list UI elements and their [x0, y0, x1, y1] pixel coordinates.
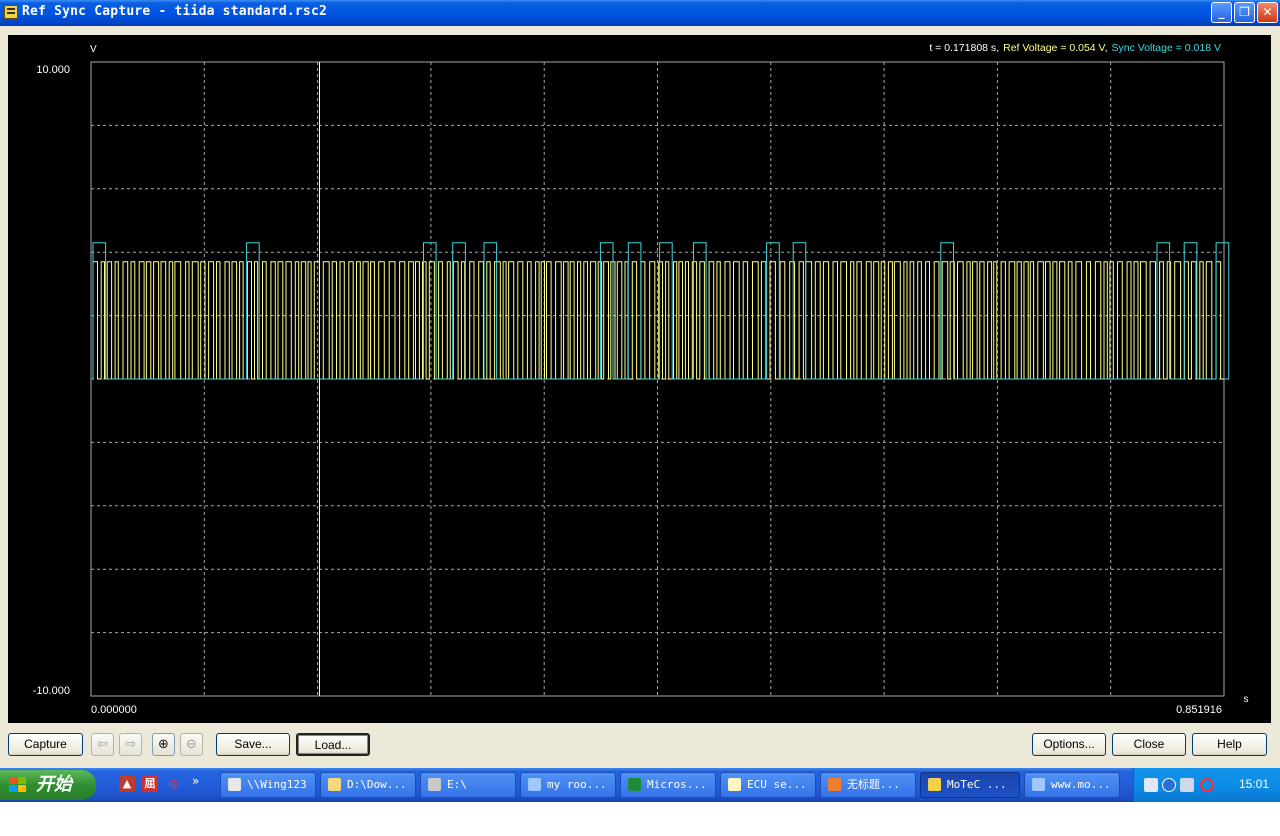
- taskbar-item-www[interactable]: www.mo...: [1024, 772, 1120, 798]
- options-button[interactable]: Options...: [1032, 733, 1106, 756]
- title-bar[interactable]: Ref Sync Capture - tiida standard.rsc2 _…: [0, 0, 1280, 26]
- notepad-icon: [728, 778, 741, 791]
- x-max-label: 0.851916: [1176, 704, 1222, 716]
- excel-icon: [628, 778, 641, 791]
- weibo-icon[interactable]: [1200, 778, 1214, 792]
- folder-icon: [328, 778, 341, 791]
- network-icon[interactable]: [1180, 778, 1194, 792]
- scope-chart-svg[interactable]: V 10.000 -10.000 0.000000 0.851916 s t =…: [8, 35, 1271, 723]
- quicklaunch-weibo-icon[interactable]: ◎: [165, 776, 181, 792]
- taskbar-item-untitled[interactable]: 无标题...: [820, 772, 916, 798]
- forward-arrow-icon[interactable]: ⇨: [119, 733, 142, 756]
- minimize-button[interactable]: _: [1211, 2, 1232, 23]
- app-icon[interactable]: [4, 5, 18, 19]
- cursor-readout: t = 0.171808 s, Ref Voltage = 0.054 V, Syn…: [929, 42, 1221, 54]
- readout-ref: Ref Voltage = 0.054 V: [1003, 42, 1105, 54]
- maximize-button[interactable]: ❐: [1234, 2, 1255, 23]
- close-window-button[interactable]: ✕: [1257, 2, 1278, 23]
- readout-sep-2: ,: [1105, 42, 1108, 54]
- sync-voltage-trace: [91, 242, 1230, 380]
- zoom-out-icon[interactable]: ⊖: [180, 733, 203, 756]
- taskbar-item-my-room[interactable]: my roo...: [520, 772, 616, 798]
- start-label: 开始: [36, 774, 72, 795]
- start-button[interactable]: 开始: [0, 770, 96, 800]
- scope-plot[interactable]: V 10.000 -10.000 0.000000 0.851916 s t =…: [8, 35, 1271, 723]
- drive-icon: [428, 778, 441, 791]
- browser-icon: [1032, 778, 1045, 791]
- clock: 15:01: [1238, 777, 1269, 791]
- paint-icon: [828, 778, 841, 791]
- quicklaunch-more-icon[interactable]: »: [192, 774, 199, 788]
- help-button[interactable]: Help: [1192, 733, 1267, 756]
- close-button[interactable]: Close: [1112, 733, 1186, 756]
- motec-app-icon: [928, 778, 941, 791]
- taskbar-item-e-drive[interactable]: E:\: [420, 772, 516, 798]
- y-unit-label: V: [90, 44, 97, 55]
- taskbar-item-excel[interactable]: Micros...: [620, 772, 716, 798]
- back-arrow-icon[interactable]: ⇦: [91, 733, 114, 756]
- system-tray: 15:01: [1133, 768, 1280, 802]
- sync-voltage-series: [91, 242, 1230, 380]
- y-max-label: 10.000: [36, 64, 70, 76]
- windows-flag-icon: [9, 777, 27, 793]
- x-min-label: 0.000000: [91, 704, 137, 716]
- chevron-left-icon[interactable]: [1162, 778, 1176, 792]
- capture-button[interactable]: Capture: [8, 733, 83, 756]
- taskbar-item-ecu[interactable]: ECU se...: [720, 772, 816, 798]
- network-folder-icon: [228, 778, 241, 791]
- quicklaunch-app-icon[interactable]: 屈: [142, 776, 158, 792]
- readout-sync: Sync Voltage = 0.018 V: [1112, 42, 1221, 54]
- taskbar-item-motec[interactable]: MoTeC ...: [920, 772, 1020, 798]
- x-unit-label: s: [1244, 694, 1249, 705]
- taskbar-item-wing123[interactable]: \\Wing123: [220, 772, 316, 798]
- taskbar-item-downloads[interactable]: D:\Dow...: [320, 772, 416, 798]
- window-title: Ref Sync Capture - tiida standard.rsc2: [22, 4, 328, 19]
- load-button[interactable]: Load...: [296, 733, 370, 756]
- zoom-in-icon[interactable]: ⊕: [152, 733, 175, 756]
- keyboard-icon[interactable]: [1144, 778, 1158, 792]
- taskbar: 开始 ▲ 屈 ◎ » \\Wing123 D:\Dow... E:\ my ro…: [0, 768, 1280, 802]
- window-body: V 10.000 -10.000 0.000000 0.851916 s t =…: [0, 26, 1280, 768]
- save-button[interactable]: Save...: [216, 733, 290, 756]
- browser-icon: [528, 778, 541, 791]
- y-min-label: -10.000: [33, 685, 70, 697]
- readout-time: t = 0.171808 s: [929, 42, 996, 54]
- readout-sep-1: ,: [996, 42, 999, 54]
- quicklaunch-eject-icon[interactable]: ▲: [119, 776, 135, 792]
